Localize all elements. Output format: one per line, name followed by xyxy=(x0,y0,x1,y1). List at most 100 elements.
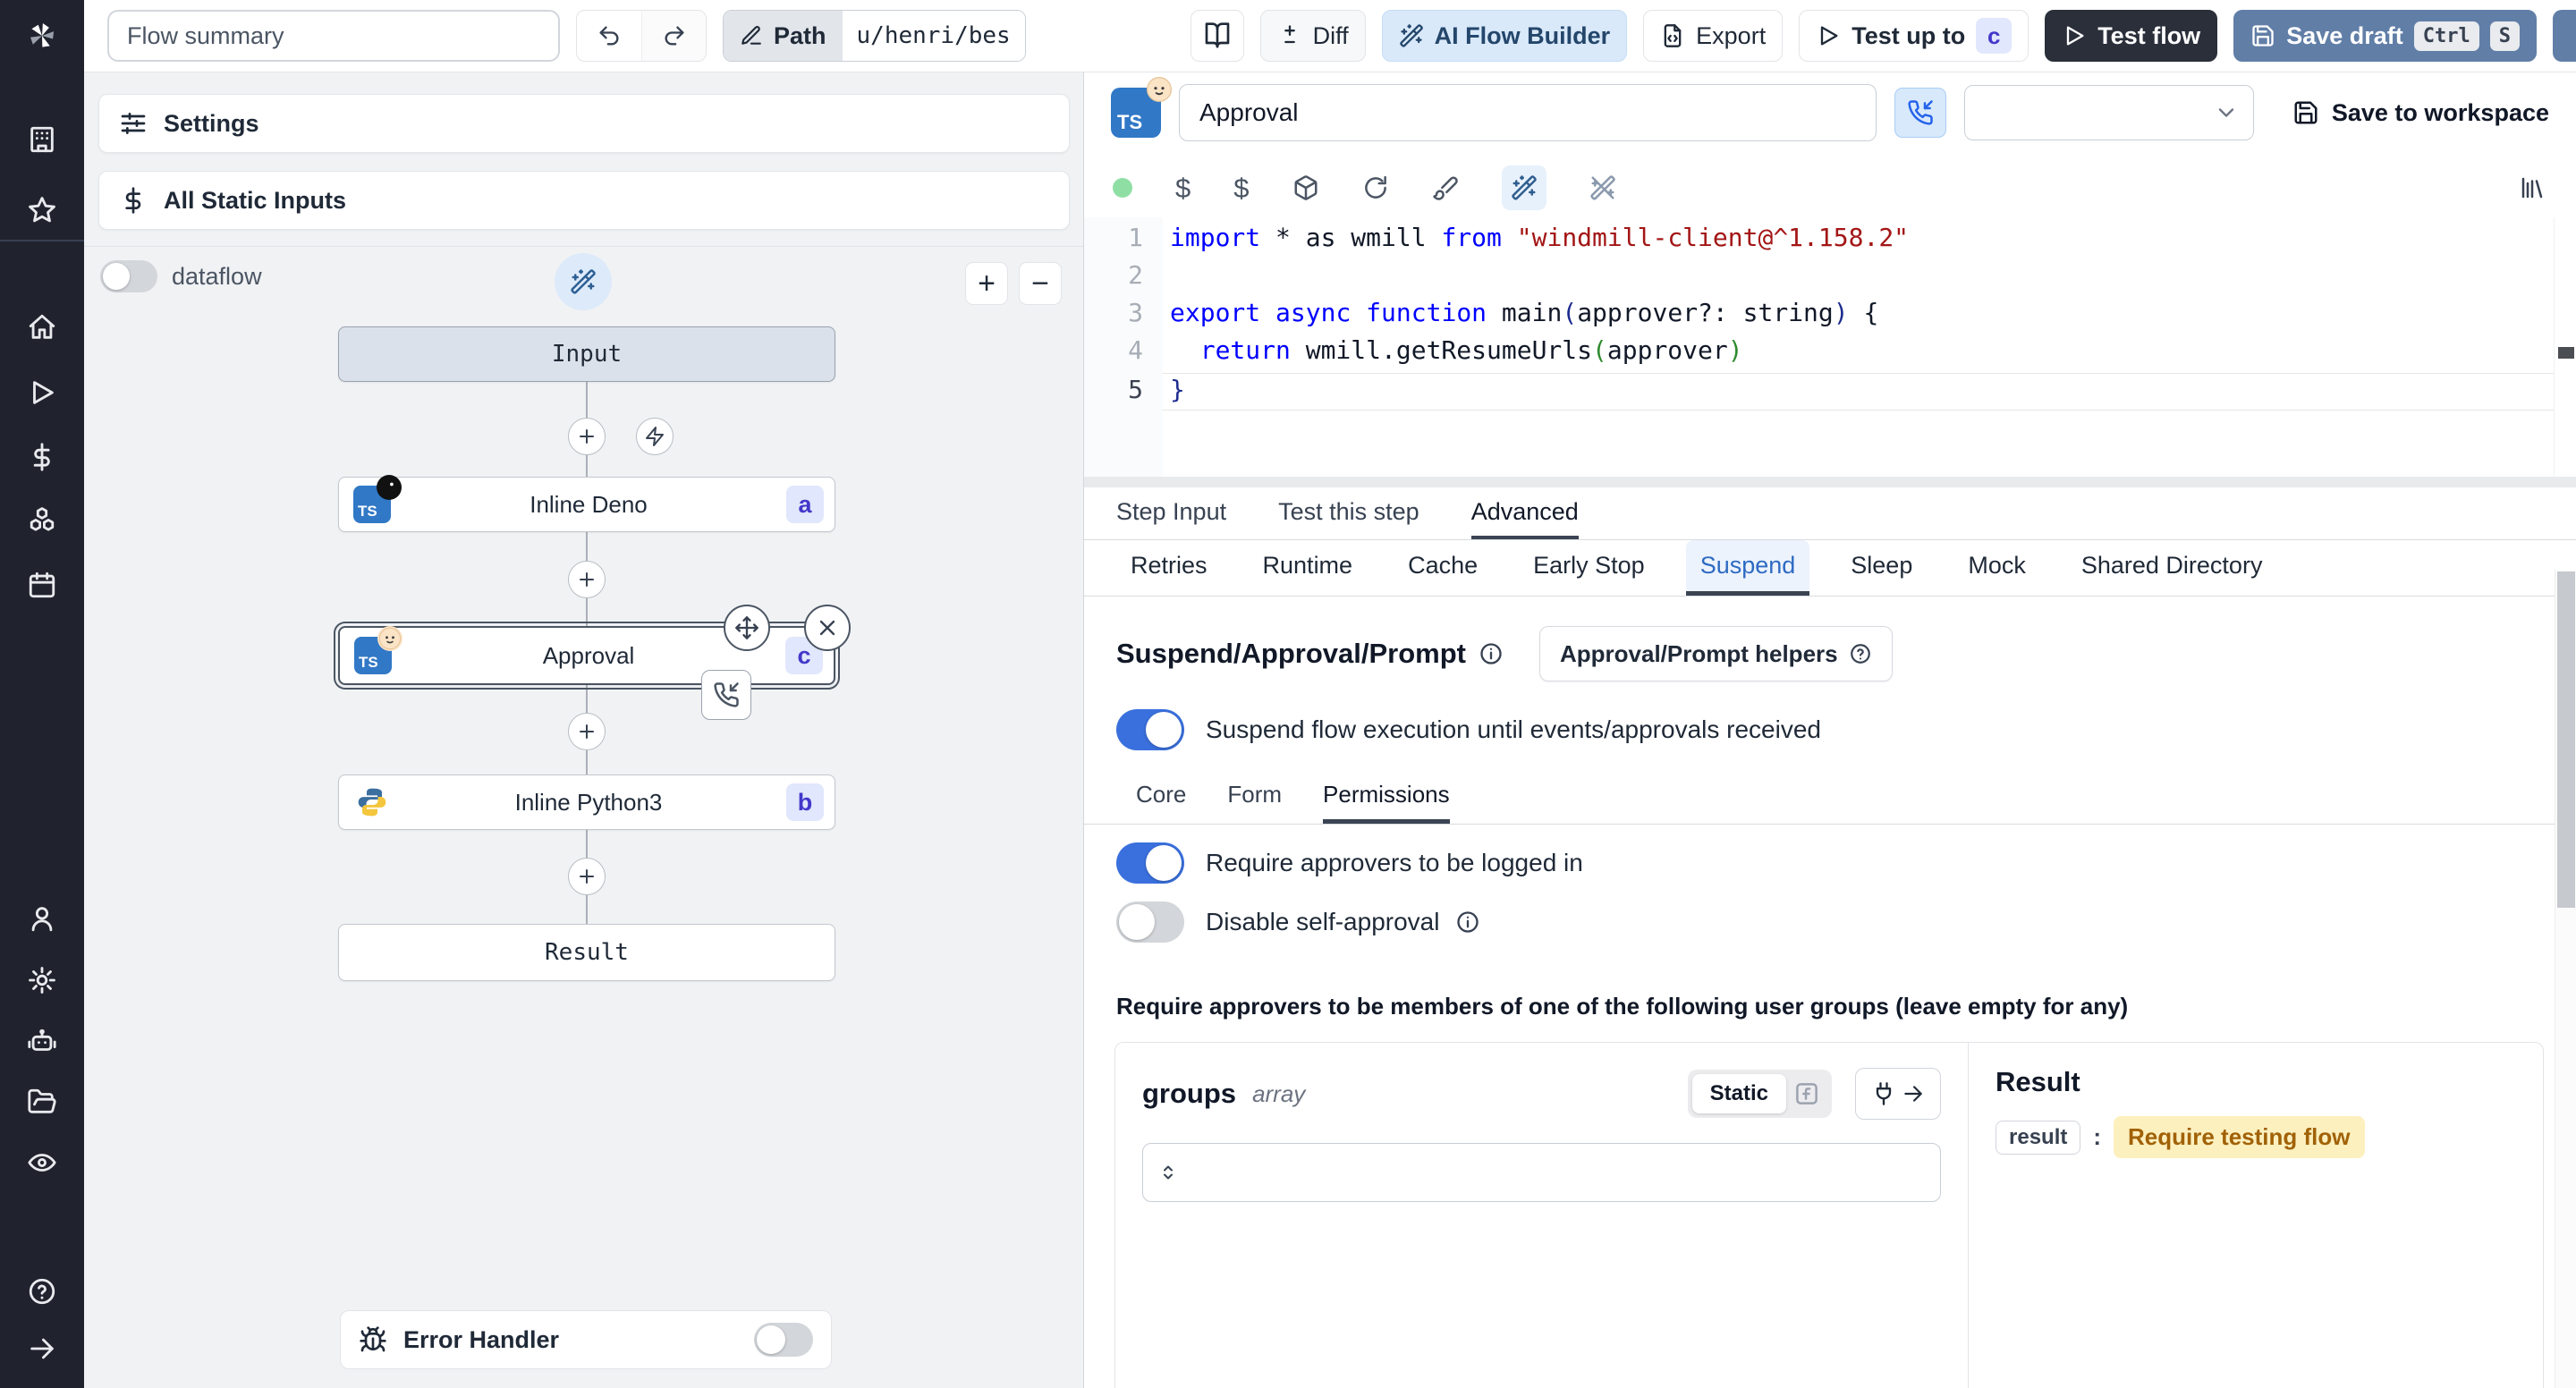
approval-prompt-helpers-button[interactable]: Approval/Prompt helpers xyxy=(1538,626,1893,681)
subtab-sleep[interactable]: Sleep xyxy=(1836,540,1927,596)
path-button[interactable]: Path u/henri/bes xyxy=(723,10,1026,62)
panel-scrollbar-thumb[interactable] xyxy=(2557,571,2575,908)
tab-core[interactable]: Core xyxy=(1136,769,1186,824)
help-circle-icon xyxy=(27,1276,57,1307)
graph-node-result[interactable]: Result xyxy=(338,924,835,981)
disable-self-approval-toggle[interactable] xyxy=(1116,901,1184,943)
redo-button[interactable] xyxy=(641,11,706,61)
sidebar-item-runs[interactable] xyxy=(0,368,84,418)
tab-step-input[interactable]: Step Input xyxy=(1116,487,1226,539)
subtab-runtime[interactable]: Runtime xyxy=(1249,540,1368,596)
ai-flow-builder-label: AI Flow Builder xyxy=(1434,21,1611,49)
docs-button[interactable] xyxy=(1190,10,1244,62)
save-draft-button[interactable]: Save draft Ctrl S xyxy=(2233,10,2537,62)
insert-resource-button[interactable]: $ xyxy=(1233,174,1249,202)
zoom-in-button[interactable]: + xyxy=(965,262,1008,305)
windmill-logo[interactable] xyxy=(0,11,84,61)
sidebar-item-users[interactable] xyxy=(0,893,84,944)
sidebar-item-workers[interactable] xyxy=(0,1017,84,1067)
diff-button[interactable]: Diff xyxy=(1259,10,1366,62)
plus-icon xyxy=(576,721,597,742)
node-label: Inline Python3 xyxy=(514,788,663,816)
static-mode-button[interactable]: Static xyxy=(1691,1074,1786,1113)
sidebar-item-variables[interactable] xyxy=(0,432,84,482)
code-editor[interactable]: 1 2 3 4 5 import * as wmill from "windmi… xyxy=(1084,217,2576,477)
sidebar-item-workspace[interactable] xyxy=(0,114,84,165)
graph-node-input[interactable]: Input xyxy=(338,326,835,382)
sidebar-item-audit[interactable] xyxy=(0,1138,84,1188)
groups-header: groups array Static xyxy=(1142,1068,1941,1120)
book-open-icon xyxy=(1203,21,1232,50)
reload-button[interactable] xyxy=(1362,174,1389,201)
subtab-suspend[interactable]: Suspend xyxy=(1685,540,1810,596)
suspend-mode-button[interactable] xyxy=(1894,88,1946,138)
groups-array-input[interactable] xyxy=(1142,1143,1941,1202)
format-button[interactable] xyxy=(1432,174,1459,201)
subtab-early-stop[interactable]: Early Stop xyxy=(1519,540,1659,596)
connect-input-button[interactable] xyxy=(1855,1068,1941,1120)
ai-assistant-button[interactable] xyxy=(1501,165,1546,210)
panel-scrollbar-track[interactable] xyxy=(2555,570,2576,1388)
script-library-button[interactable] xyxy=(2519,174,2546,201)
package-button[interactable] xyxy=(1292,174,1319,201)
all-static-inputs-button[interactable]: All Static Inputs xyxy=(98,171,1070,230)
subtab-mock[interactable]: Mock xyxy=(1953,540,2040,596)
subtab-cache[interactable]: Cache xyxy=(1394,540,1492,596)
subtab-retries[interactable]: Retries xyxy=(1116,540,1222,596)
move-node-button[interactable] xyxy=(724,605,770,651)
sidebar-expand[interactable] xyxy=(0,1324,84,1374)
insert-step-button[interactable] xyxy=(568,561,606,598)
graph-node-inline-deno[interactable]: TS Inline Deno a xyxy=(338,475,835,532)
save-to-workspace-button[interactable]: Save to workspace xyxy=(2292,99,2549,127)
require-login-toggle[interactable] xyxy=(1116,842,1184,884)
editor-resize-handle[interactable] xyxy=(1084,477,2576,487)
flow-settings-button[interactable]: Settings xyxy=(98,94,1070,153)
deno-icon xyxy=(377,475,402,500)
javascript-mode-button[interactable] xyxy=(1786,1074,1827,1113)
ai-flow-builder-button[interactable]: AI Flow Builder xyxy=(1381,10,1628,62)
graph-node-inline-python3[interactable]: Inline Python3 b xyxy=(338,774,835,830)
tab-form[interactable]: Form xyxy=(1227,769,1282,824)
deploy-button-partial[interactable] xyxy=(2553,10,2576,62)
sidebar-item-favorites[interactable] xyxy=(0,185,84,235)
advanced-subtabs: Retries Runtime Cache Early Stop Suspend… xyxy=(1084,540,2555,597)
tab-test-this-step[interactable]: Test this step xyxy=(1278,487,1419,539)
sidebar-item-folders[interactable] xyxy=(0,1077,84,1127)
dataflow-toggle[interactable] xyxy=(100,260,157,292)
sidebar-item-settings[interactable] xyxy=(0,955,84,1005)
ai-graph-assistant-button[interactable] xyxy=(555,253,612,310)
sidebar-item-help[interactable] xyxy=(0,1266,84,1316)
tab-permissions[interactable]: Permissions xyxy=(1323,769,1450,824)
suspend-flow-toggle[interactable] xyxy=(1116,709,1184,750)
sidebar-item-home[interactable] xyxy=(0,302,84,352)
calendar-icon xyxy=(27,570,57,600)
zoom-out-button[interactable]: − xyxy=(1019,262,1062,305)
sidebar-item-schedules[interactable] xyxy=(0,560,84,610)
tag-select[interactable] xyxy=(1964,85,2254,140)
add-trigger-button[interactable] xyxy=(636,418,674,455)
redo-icon xyxy=(662,23,687,48)
undo-button[interactable] xyxy=(577,11,641,61)
sidebar-item-resources[interactable] xyxy=(0,495,84,546)
insert-step-button[interactable] xyxy=(568,713,606,750)
test-up-to-button[interactable]: Test up to c xyxy=(1799,10,2029,62)
subtab-shared-directory[interactable]: Shared Directory xyxy=(2067,540,2277,596)
export-button[interactable]: Export xyxy=(1643,10,1784,62)
result-key-pill[interactable]: result xyxy=(1996,1120,2081,1155)
suspend-approval-indicator[interactable] xyxy=(701,670,751,720)
test-flow-button[interactable]: Test flow xyxy=(2045,10,2218,62)
delete-node-button[interactable] xyxy=(804,605,851,651)
current-line-highlight xyxy=(1163,373,2555,410)
insert-variable-button[interactable]: $ xyxy=(1175,174,1191,202)
ai-disable-button[interactable] xyxy=(1589,174,1616,201)
insert-step-button[interactable] xyxy=(568,858,606,895)
error-handler-toggle[interactable] xyxy=(754,1323,813,1357)
step-editor-panel: TS Save to workspace $ $ xyxy=(1084,72,2576,1388)
insert-step-button[interactable] xyxy=(568,418,606,455)
toolbar-right-cluster: Diff AI Flow Builder Export Test up to c… xyxy=(1190,10,2576,62)
flow-summary-input[interactable] xyxy=(107,10,560,62)
suspend-inner-tabs: Core Form Permissions xyxy=(1084,769,2555,825)
step-name-input[interactable] xyxy=(1179,84,1877,141)
tab-advanced[interactable]: Advanced xyxy=(1470,487,1579,539)
error-handler-card[interactable]: Error Handler xyxy=(340,1310,832,1369)
